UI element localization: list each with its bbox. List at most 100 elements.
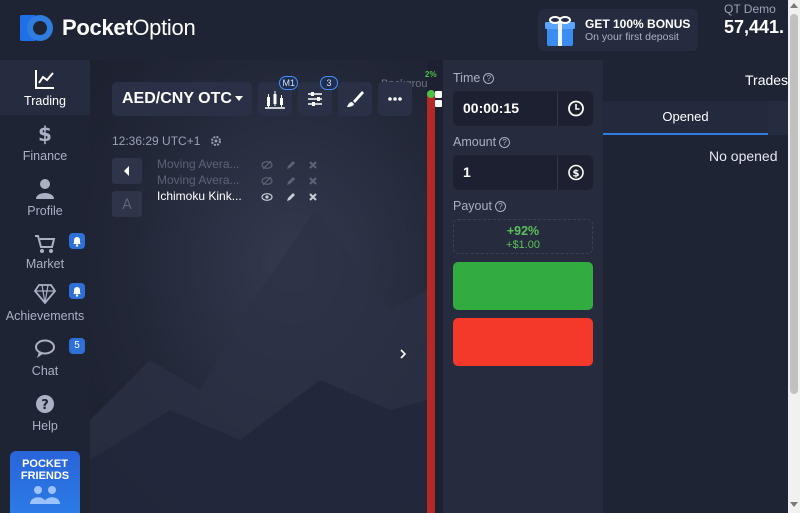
collapse-indicators-button[interactable]	[112, 158, 142, 184]
sidebar-item-label: Profile	[27, 204, 63, 218]
sidebar-item-achievements[interactable]: Achievements	[0, 275, 90, 330]
amount-field[interactable]: 1 $	[453, 155, 593, 190]
pencil-icon[interactable]	[285, 175, 297, 187]
svg-text:?: ?	[41, 398, 49, 413]
bonus-title: GET 100% BONUS	[585, 16, 691, 31]
sidebar-item-finance[interactable]: $ Finance	[0, 115, 90, 170]
pencil-icon[interactable]	[285, 191, 297, 203]
sentiment-handle[interactable]	[435, 91, 442, 98]
amount-value: 1	[463, 164, 471, 180]
sidebar-item-label: Chat	[31, 364, 59, 378]
chevron-right-icon[interactable]	[398, 349, 408, 359]
sentiment-percent: 2%	[425, 70, 437, 79]
drawing-tools-button[interactable]	[338, 82, 372, 116]
indicators-button[interactable]: 3	[298, 76, 338, 116]
sidebar-item-help[interactable]: ? Help	[0, 385, 90, 440]
brush-icon	[347, 91, 364, 107]
eye-off-icon[interactable]	[261, 159, 273, 171]
sidebar-item-chat[interactable]: Chat 5	[0, 330, 90, 385]
notification-badge	[69, 233, 85, 249]
chart-type-button[interactable]: M1	[258, 76, 298, 116]
amount-label: Amount	[453, 135, 497, 149]
friends-illustration-icon	[30, 486, 60, 504]
sidebar-item-trading[interactable]: Trading	[0, 60, 90, 115]
bonus-subtitle: On your first deposit	[585, 30, 679, 43]
page-scrollbar[interactable]	[788, 0, 800, 513]
server-time: 12:36:29 UTC+1	[112, 134, 201, 148]
tab-closed[interactable]	[768, 101, 788, 135]
brand-name-regular: Option	[132, 15, 196, 40]
more-options-button[interactable]	[378, 82, 412, 116]
close-icon[interactable]	[307, 159, 319, 171]
logo-icon	[18, 12, 56, 44]
clock-icon	[568, 100, 584, 117]
payout-label: Payout	[453, 199, 492, 213]
sell-button[interactable]	[453, 318, 593, 366]
time-label: Time	[453, 71, 481, 85]
help-icon[interactable]: ?	[499, 137, 511, 148]
pencil-icon[interactable]	[285, 159, 297, 171]
brand-name-bold: Pocket	[62, 15, 133, 40]
bonus-banner[interactable]: GET 100% BONUS On your first deposit	[538, 9, 698, 51]
chart-icon	[34, 68, 56, 90]
sentiment-sell-fill	[427, 94, 435, 513]
sentiment-buy-marker	[427, 90, 435, 98]
indicator-row: Ichimoku Kink...	[157, 189, 327, 205]
chevron-down-icon	[235, 96, 243, 101]
diamond-icon	[33, 283, 57, 305]
trade-panel: Time? 00:00:15 Amount? 1 $ Payout? +92% …	[443, 60, 603, 513]
sidebar-item-market[interactable]: Market	[0, 225, 90, 275]
sidebar-item-label: Trading	[24, 94, 66, 108]
dollar-circle-icon: $	[568, 164, 584, 181]
notification-badge	[69, 283, 85, 299]
eye-off-icon[interactable]	[261, 175, 273, 187]
time-value: 00:00:15	[463, 100, 520, 116]
help-icon[interactable]: ?	[494, 201, 506, 212]
eye-icon[interactable]	[261, 191, 273, 203]
close-icon[interactable]	[307, 175, 319, 187]
buy-button[interactable]	[453, 262, 593, 310]
indicator-name: Moving Avera...	[157, 173, 240, 187]
account-balance-widget[interactable]: QT Demo 57,441.	[724, 3, 784, 36]
time-field[interactable]: 00:00:15	[453, 91, 593, 126]
dollar-icon: $	[34, 122, 56, 146]
currency-button[interactable]: $	[557, 155, 593, 190]
scroll-up-arrow[interactable]	[790, 3, 798, 8]
trades-title: Trades	[745, 72, 788, 88]
timeframe-badge: M1	[279, 76, 298, 90]
chart-area[interactable]: Background AED/CNY OTC M1 3 12:36:29 UTC…	[90, 60, 427, 513]
clock-button[interactable]	[557, 91, 593, 126]
scroll-thumb[interactable]	[790, 14, 798, 394]
chat-icon	[34, 338, 56, 360]
scroll-down-arrow[interactable]	[790, 502, 798, 507]
chat-count-badge: 5	[69, 338, 85, 354]
account-type: QT Demo	[724, 2, 776, 16]
sidebar-item-profile[interactable]: Profile	[0, 170, 90, 225]
friends-line2: FRIENDS	[20, 470, 70, 482]
sidebar: Trading $ Finance Profile Market Achieve…	[0, 60, 90, 513]
close-icon[interactable]	[307, 191, 319, 203]
payout-box: +92% +$1.00	[453, 219, 593, 254]
pocket-friends-banner[interactable]: POCKET FRIENDS	[10, 451, 80, 513]
tab-opened[interactable]: Opened	[603, 101, 768, 135]
friends-line1: POCKET	[22, 458, 68, 470]
asset-selector[interactable]: AED/CNY OTC	[112, 82, 252, 116]
indicator-letter-button[interactable]: A	[112, 191, 142, 217]
empty-trades-message: No opened	[709, 148, 778, 164]
sentiment-handle[interactable]	[435, 100, 442, 107]
sidebar-item-label: Help	[32, 419, 58, 433]
gear-icon[interactable]	[210, 135, 222, 147]
gift-icon	[542, 12, 578, 48]
indicator-row: Moving Avera...	[157, 173, 327, 189]
svg-text:$: $	[573, 169, 580, 180]
trades-panel: Trades Opened No opened	[603, 60, 788, 513]
payout-percent: +92%	[506, 224, 540, 238]
user-icon	[34, 178, 56, 200]
sidebar-item-label: Market	[25, 257, 65, 271]
logo[interactable]: PocketOption	[18, 12, 196, 44]
help-icon: ?	[34, 393, 56, 415]
account-balance: 57,441.	[724, 17, 785, 37]
caret-left-icon	[124, 166, 129, 176]
indicator-name: Ichimoku Kink...	[157, 189, 242, 203]
help-icon[interactable]: ?	[483, 73, 495, 84]
